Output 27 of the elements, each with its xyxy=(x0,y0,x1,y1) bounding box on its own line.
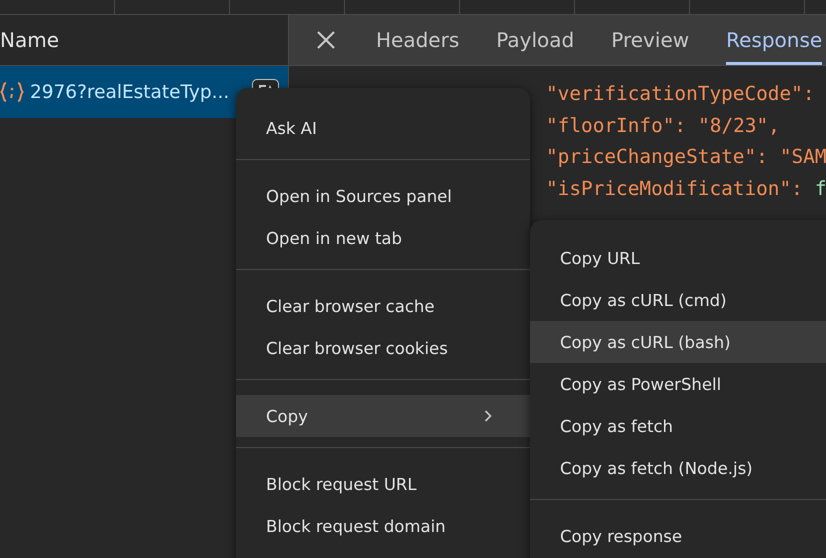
json-value: f xyxy=(814,176,826,200)
menu-item[interactable]: Open in new tab xyxy=(236,217,530,259)
json-key: "isPriceModification": xyxy=(546,176,803,200)
tab[interactable]: Preview xyxy=(611,15,690,65)
menu-item[interactable]: Open in Sources panel xyxy=(236,175,530,217)
menu-item[interactable]: Clear browser cookies xyxy=(236,327,530,369)
menu-item[interactable]: Copy URL xyxy=(530,237,826,279)
menu-item[interactable]: Copy as PowerShell xyxy=(530,363,826,405)
json-key: "verificationTypeCode": xyxy=(546,82,815,106)
json-key: "priceChangeState": xyxy=(546,145,768,168)
menu-item[interactable]: Clear browser cache xyxy=(236,285,530,327)
menu-item[interactable]: Copy as fetch (Node.js) xyxy=(530,447,826,489)
menu-item[interactable]: Copy response xyxy=(530,515,826,557)
tab[interactable]: Response xyxy=(726,15,822,65)
json-value: "SAM xyxy=(780,145,826,168)
tab[interactable]: Headers xyxy=(376,15,460,65)
json-icon xyxy=(0,81,24,103)
request-row[interactable]: 2976?realEstateTyp... xyxy=(0,66,288,118)
menu-item[interactable]: Block request URL xyxy=(236,463,530,505)
json-value: "8/23", xyxy=(698,114,780,137)
menu-item[interactable]: Copy as fetch xyxy=(530,405,826,447)
menu-item[interactable]: Copy xyxy=(236,395,530,437)
menu-item[interactable]: Copy as cURL (bash) xyxy=(530,321,826,363)
menu-item[interactable]: Copy as cURL (cmd) xyxy=(530,279,826,321)
tab[interactable]: Payload xyxy=(496,15,574,65)
menu-item[interactable]: Block request domain xyxy=(236,505,530,547)
json-key: "floorInfo": xyxy=(546,114,686,137)
